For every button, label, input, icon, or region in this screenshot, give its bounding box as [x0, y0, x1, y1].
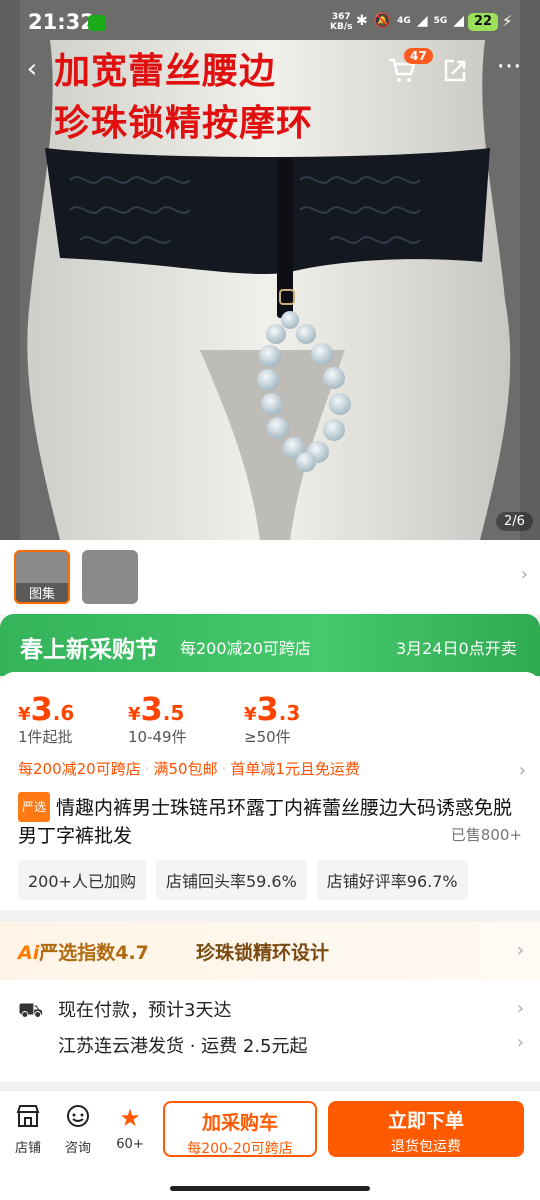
share-button[interactable] [441, 58, 469, 91]
chip-added: 200+人已加购 [18, 860, 146, 900]
chip-rating: 店铺好评率96.7% [316, 860, 468, 900]
net-speed: 367 KB/s [330, 12, 352, 32]
thumbnail-2[interactable] [82, 550, 138, 604]
price-tier-2: ¥3.5 [128, 690, 184, 728]
bottom-action-bar: 店铺 咨询 ★ 60+ 加采购车 每200-20可跨店 立即下单 退货包运费 [0, 1090, 540, 1200]
promo-banner[interactable]: 春上新采购节 每200减20可跨店 3月24日0点开卖 [0, 614, 540, 676]
ai-badge: Ai [18, 942, 40, 964]
price-int: 3 [256, 690, 279, 728]
chat-icon [56, 1103, 100, 1133]
price-symbol: ¥ [128, 704, 141, 725]
buy-now-button[interactable]: 立即下单 退货包运费 [328, 1101, 524, 1157]
price-symbol: ¥ [244, 704, 257, 725]
cart-badge: 47 [404, 48, 433, 64]
product-title: 严选 情趣内裤男士珠链吊环露丁内裤蕾丝腰边大码诱惑免脱男丁字裤批发 [18, 792, 518, 850]
store-icon [6, 1103, 50, 1133]
chip-repurchase: 店铺回头率59.6% [155, 860, 307, 900]
hero-overlay-line1: 加宽蕾丝腰边 [54, 51, 277, 92]
yanxuan-tag: 严选 [18, 792, 51, 822]
status-bar: 21:32 367 KB/s ✱ 🔕 4G ◢ 5G ◢ 22 ⚡ [0, 0, 540, 44]
store-label: 店铺 [14, 1141, 41, 1156]
promo-title: 春上新采购节 [20, 637, 158, 663]
price-tier-1-note: 1件起批 [18, 728, 73, 746]
shipping-section[interactable]: ⛟ 现在付款，预计3天达 › 江苏连云港发货 · 运费 2.5元起 › [0, 980, 540, 1082]
more-icon: ··· [496, 52, 522, 82]
truck-icon: ⛟ [18, 998, 44, 1022]
price-int: 3 [30, 690, 53, 728]
chevron-right-icon[interactable]: › [517, 940, 524, 961]
product-info-card: ¥3.6 1件起批 ¥3.5 10-49件 ¥3.3 ≥50件 每200减20可… [0, 672, 540, 910]
price-symbol: ¥ [18, 704, 31, 725]
price-dec: .5 [162, 701, 185, 725]
image-pager: 2/6 [496, 512, 533, 531]
bluetooth-icon: ✱ [356, 13, 368, 29]
delivery-estimate: 现在付款，预计3天达 [58, 1000, 232, 1021]
signal-5g-label: 5G [433, 16, 448, 26]
star-icon: ★ [119, 1104, 141, 1132]
stats-chips: 200+人已加购 店铺回头率59.6% 店铺好评率96.7% [18, 860, 468, 900]
price-dec: .3 [278, 701, 301, 725]
signal-4g-label: 4G [397, 16, 411, 26]
mute-icon: 🔕 [373, 13, 392, 29]
net-speed-unit: KB/s [330, 22, 353, 32]
yanxuan-index: Ai严选指数4.7 [18, 938, 149, 965]
price-tier-3: ¥3.3 [244, 690, 300, 728]
chevron-right-icon[interactable]: › [517, 1032, 524, 1053]
back-button[interactable]: ‹ [20, 54, 44, 84]
buy-now-label: 立即下单 [387, 1110, 464, 1132]
product-title-text: 情趣内裤男士珠链吊环露丁内裤蕾丝腰边大码诱惑免脱男丁字裤批发 [18, 797, 513, 847]
buy-now-sub: 退货包运费 [391, 1139, 461, 1155]
deal-item: 首单减1元且免运费 [230, 760, 360, 778]
deals-row[interactable]: 每200减20可跨店 · 满50包邮 · 首单减1元且免运费 [18, 758, 360, 779]
add-to-cart-button[interactable]: 加采购车 每200-20可跨店 [163, 1101, 317, 1157]
price-tier-1: ¥3.6 [18, 690, 74, 728]
add-to-cart-label: 加采购车 [201, 1112, 278, 1134]
battery-level: 22 [468, 13, 498, 31]
chevron-right-icon[interactable]: › [519, 760, 526, 781]
price-tier-3-note: ≥50件 [244, 728, 291, 746]
favorite-button[interactable]: ★ 60+ [108, 1103, 152, 1152]
deal-item: 满50包邮 [153, 760, 218, 778]
chat-label: 咨询 [64, 1141, 91, 1156]
chevron-right-icon[interactable]: › [517, 998, 524, 1019]
promo-offer: 每200减20可跨店 [180, 639, 311, 658]
more-button[interactable]: ··· [494, 52, 524, 82]
add-to-cart-sub: 每200-20可跨店 [187, 1141, 293, 1157]
hero-overlay-line2: 珍珠锁精按摩环 [54, 103, 314, 144]
thumbnail-gallery[interactable]: 图集 [14, 550, 70, 604]
chat-button[interactable]: 咨询 [56, 1103, 100, 1156]
charging-icon: ⚡ [502, 12, 513, 30]
sold-count: 已售800+ [450, 826, 522, 844]
chevron-left-icon: ‹ [26, 54, 38, 84]
chevron-right-icon[interactable]: › [521, 564, 528, 585]
signal-icon-2: ◢ [453, 13, 465, 29]
home-indicator[interactable] [170, 1186, 370, 1191]
share-icon [444, 59, 466, 82]
price-tier-2-note: 10-49件 [128, 728, 187, 746]
signal-icon: ◢ [416, 13, 428, 29]
wechat-notification-icon [88, 15, 106, 31]
favorite-count: 60+ [116, 1137, 144, 1152]
deal-item: 每200减20可跨店 [18, 760, 141, 778]
net-speed-value: 367 [331, 12, 351, 22]
price-dec: .6 [52, 701, 75, 725]
yanxuan-index-label: 严选指数4.7 [39, 942, 149, 964]
status-icons: ✱ 🔕 4G ◢ 5G ◢ [356, 13, 464, 29]
yanxuan-feature: 珍珠锁精环设计 [196, 942, 330, 964]
yanxuan-index-row[interactable]: Ai严选指数4.7 珍珠锁精环设计 › [0, 922, 540, 980]
store-button[interactable]: 店铺 [6, 1103, 50, 1156]
promo-date: 3月24日0点开卖 [396, 639, 517, 658]
status-time: 21:32 [28, 10, 95, 34]
thumbnail-caption: 图集 [16, 583, 68, 602]
price-int: 3 [140, 690, 163, 728]
thumbnail-strip: 图集 › [0, 540, 540, 614]
ship-from: 江苏连云港发货 · 运费 2.5元起 [58, 1036, 308, 1057]
